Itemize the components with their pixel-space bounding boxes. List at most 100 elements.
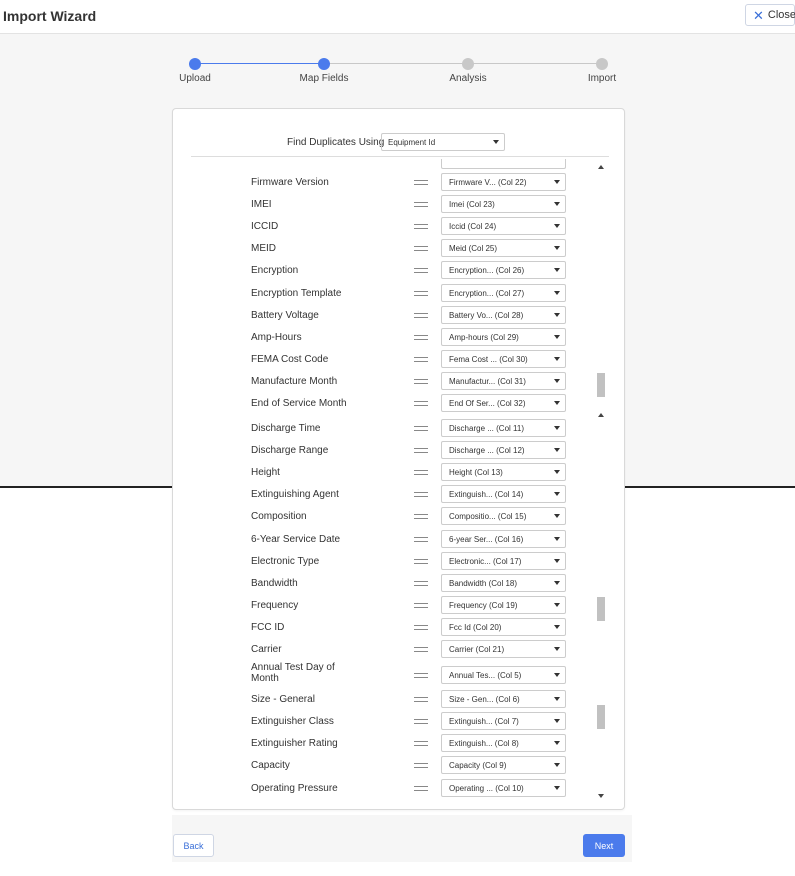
drag-handle-icon[interactable] xyxy=(414,378,428,384)
close-button[interactable]: ✕ Close xyxy=(745,4,795,26)
column-select[interactable]: Height (Col 13) xyxy=(441,463,566,482)
column-select-value: Amp-hours (Col 29) xyxy=(449,332,519,342)
column-select[interactable]: Discharge ... (Col 11) xyxy=(441,419,566,437)
column-select[interactable]: Annual Tes... (Col 5) xyxy=(441,666,566,685)
column-select[interactable]: End Of Ser... (Col 32) xyxy=(441,394,566,412)
column-select[interactable]: Bandwidth (Col 18) xyxy=(441,573,566,592)
scrollbar-thumb[interactable] xyxy=(597,597,605,621)
drag-handle-icon[interactable] xyxy=(414,514,428,520)
column-select[interactable]: Firmware V... (Col 22) xyxy=(441,173,566,191)
field-mapping-row: Carrier Carrier (Col 21) xyxy=(173,640,605,658)
column-select[interactable]: Fema Cost ... (Col 30) xyxy=(441,349,566,368)
drag-handle-icon[interactable] xyxy=(414,602,428,608)
field-mapping-row: Encryption Template Encryption... (Col 27… xyxy=(173,283,605,302)
column-select[interactable]: Compositio... (Col 15) xyxy=(441,507,566,526)
column-select[interactable]: Carrier (Col 21) xyxy=(441,640,566,658)
drag-handle-icon[interactable] xyxy=(414,741,428,747)
scrollbar[interactable] xyxy=(597,411,605,801)
column-select[interactable]: Encryption... (Col 27) xyxy=(441,283,566,302)
scroll-down-icon[interactable] xyxy=(598,794,604,798)
find-duplicates-select[interactable]: Equipment Id xyxy=(381,133,505,151)
column-select[interactable]: Amp-hours (Col 29) xyxy=(441,327,566,346)
chevron-down-icon xyxy=(554,514,560,519)
column-select[interactable]: Operating ... (Col 10) xyxy=(441,778,566,797)
drag-handle-icon[interactable] xyxy=(414,785,428,791)
column-select-value: Bandwidth (Col 18) xyxy=(449,578,518,588)
drag-handle-icon[interactable] xyxy=(414,426,428,431)
footer-area xyxy=(172,815,632,862)
chevron-down-icon xyxy=(554,785,560,790)
drag-handle-icon[interactable] xyxy=(414,448,428,454)
column-select[interactable]: Fcc Id (Col 20) xyxy=(441,617,566,636)
column-select[interactable]: Extinguish... (Col 14) xyxy=(441,485,566,504)
column-select[interactable]: Iccid (Col 24) xyxy=(441,217,566,236)
column-select[interactable]: Encryption... (Col 26) xyxy=(441,261,566,280)
scroll-up-icon[interactable] xyxy=(598,413,604,417)
drag-handle-icon[interactable] xyxy=(414,290,428,296)
column-select-value: 6-year Ser... (Col 16) xyxy=(449,534,524,544)
field-label: Battery Voltage xyxy=(251,309,319,321)
column-select[interactable]: Discharge ... (Col 12) xyxy=(441,441,566,460)
column-select[interactable]: Meid (Col 25) xyxy=(441,239,566,258)
scrollbar[interactable] xyxy=(597,163,605,413)
drag-handle-icon[interactable] xyxy=(414,580,428,586)
next-button[interactable]: Next xyxy=(583,834,625,857)
drag-handle-icon[interactable] xyxy=(414,246,428,252)
field-mapping-row: MEID Meid (Col 25) xyxy=(173,239,605,258)
drag-handle-icon[interactable] xyxy=(414,647,428,652)
field-label: End of Service Month xyxy=(251,398,347,409)
column-select-value: Fcc Id (Col 20) xyxy=(449,622,502,632)
scrollbar-thumb[interactable] xyxy=(597,705,605,729)
page-title: Import Wizard xyxy=(3,8,97,24)
column-select[interactable]: 6-year Ser... (Col 16) xyxy=(441,529,566,548)
drag-handle-icon[interactable] xyxy=(414,224,428,230)
drag-handle-icon[interactable] xyxy=(414,268,428,274)
step-label: Map Fields xyxy=(299,73,349,84)
scrollbar-thumb[interactable] xyxy=(597,373,605,397)
wizard-stepper: Upload Map Fields Analysis Import xyxy=(0,56,795,88)
drag-handle-icon[interactable] xyxy=(414,673,428,679)
field-mapping-row: Discharge Time Discharge ... (Col 11) xyxy=(173,419,605,437)
field-mapping-row: Firmware Version Firmware V... (Col 22) xyxy=(173,173,605,191)
drag-handle-icon[interactable] xyxy=(414,356,428,362)
column-select-value: Carrier (Col 21) xyxy=(449,645,505,654)
field-label: Firmware Version xyxy=(251,177,329,188)
field-mapping-row: 6-Year Service Date 6-year Ser... (Col 16… xyxy=(173,529,605,548)
column-select[interactable]: Extinguish... (Col 8) xyxy=(441,734,566,753)
drag-handle-icon[interactable] xyxy=(414,401,428,406)
drag-handle-icon[interactable] xyxy=(414,624,428,630)
column-select[interactable]: Size - Gen... (Col 6) xyxy=(441,690,566,709)
drag-handle-icon[interactable] xyxy=(414,763,428,769)
back-button[interactable]: Back xyxy=(173,834,214,857)
chevron-down-icon xyxy=(554,246,560,251)
column-select[interactable]: Manufactur... (Col 31) xyxy=(441,371,566,390)
column-select[interactable]: Battery Vo... (Col 28) xyxy=(441,305,566,324)
drag-handle-icon[interactable] xyxy=(414,202,428,208)
drag-handle-icon[interactable] xyxy=(414,492,428,498)
field-mapping-row: Composition Compositio... (Col 15) xyxy=(173,507,605,526)
column-select-value: Encryption... (Col 27) xyxy=(449,288,525,298)
column-select-value: End Of Ser... (Col 32) xyxy=(449,399,526,408)
step-label: Upload xyxy=(179,73,211,84)
column-select[interactable]: Imei (Col 23) xyxy=(441,195,566,214)
drag-handle-icon[interactable] xyxy=(414,470,428,476)
field-label: FEMA Cost Code xyxy=(251,353,329,365)
drag-handle-icon[interactable] xyxy=(414,312,428,318)
chevron-down-icon xyxy=(554,697,560,702)
field-mapping-row: FCC ID Fcc Id (Col 20) xyxy=(173,617,605,636)
field-label: Carrier xyxy=(251,644,282,655)
column-select-value: Height (Col 13) xyxy=(449,468,503,478)
column-select[interactable]: Capacity (Col 9) xyxy=(441,756,566,775)
column-select[interactable]: Electronic... (Col 17) xyxy=(441,551,566,570)
column-select[interactable]: Extinguish... (Col 7) xyxy=(441,712,566,731)
drag-handle-icon[interactable] xyxy=(414,719,428,725)
drag-handle-icon[interactable] xyxy=(414,536,428,542)
scroll-up-icon[interactable] xyxy=(598,165,604,169)
chevron-down-icon xyxy=(493,140,499,144)
drag-handle-icon[interactable] xyxy=(414,697,428,703)
drag-handle-icon[interactable] xyxy=(414,558,428,564)
column-select[interactable]: Frequency (Col 19) xyxy=(441,595,566,614)
drag-handle-icon[interactable] xyxy=(414,334,428,340)
drag-handle-icon[interactable] xyxy=(414,180,428,185)
field-mapping-row: Extinguishing Agent Extinguish... (Col 14… xyxy=(173,485,605,504)
